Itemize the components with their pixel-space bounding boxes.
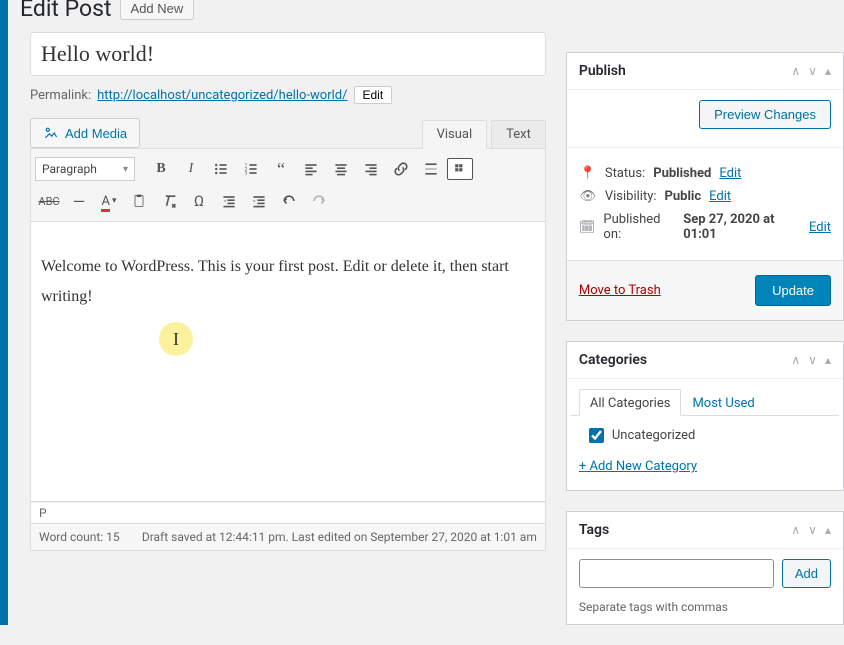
move-down-icon[interactable]: ∨: [808, 353, 817, 367]
readmore-button[interactable]: [417, 155, 445, 183]
svg-text:3: 3: [245, 171, 248, 177]
redo-button[interactable]: [305, 187, 333, 215]
clear-format-button[interactable]: [155, 187, 183, 215]
move-to-trash-link[interactable]: Move to Trash: [579, 283, 661, 298]
category-checkbox-uncategorized[interactable]: [589, 428, 604, 443]
tags-input[interactable]: [579, 559, 774, 588]
toolbar-toggle-button[interactable]: [447, 158, 473, 180]
pin-icon: 📍: [579, 166, 597, 181]
edit-visibility-link[interactable]: Edit: [709, 189, 731, 204]
categories-heading: Categories: [579, 352, 647, 368]
publish-box: Publish ∧ ∨ ▴ Preview Changes 📍 Status: …: [566, 52, 844, 321]
edit-status-link[interactable]: Edit: [719, 166, 741, 181]
preview-changes-button[interactable]: Preview Changes: [699, 100, 831, 129]
eye-icon: 👁: [579, 189, 597, 204]
tab-visual[interactable]: Visual: [422, 120, 488, 149]
move-up-icon[interactable]: ∧: [791, 523, 800, 537]
align-center-button[interactable]: [327, 155, 355, 183]
align-right-button[interactable]: [357, 155, 385, 183]
category-label: Uncategorized: [612, 428, 695, 443]
tab-all-categories[interactable]: All Categories: [579, 389, 682, 416]
editor-toolbar: Paragraph B I 123 “ ABC — A▾ Ω: [30, 148, 546, 222]
number-list-button[interactable]: 123: [237, 155, 265, 183]
paste-text-button[interactable]: [125, 187, 153, 215]
collapse-icon[interactable]: ▴: [825, 523, 831, 537]
editor-content[interactable]: Welcome to WordPress. This is your first…: [30, 222, 546, 502]
bold-button[interactable]: B: [147, 155, 175, 183]
outdent-button[interactable]: [215, 187, 243, 215]
move-up-icon[interactable]: ∧: [791, 353, 800, 367]
post-title-input[interactable]: [30, 32, 546, 76]
text-cursor-icon: I: [159, 322, 193, 356]
indent-button[interactable]: [245, 187, 273, 215]
update-button[interactable]: Update: [755, 275, 831, 306]
calendar-icon: 🗓: [579, 220, 596, 235]
edit-date-link[interactable]: Edit: [809, 220, 831, 235]
collapse-icon[interactable]: ▴: [825, 64, 831, 78]
page-title: Edit Post: [20, 0, 112, 22]
add-new-category-link[interactable]: + Add New Category: [579, 459, 697, 474]
save-status: Draft saved at 12:44:11 pm. Last edited …: [142, 530, 537, 544]
word-count: Word count: 15: [39, 530, 120, 544]
move-up-icon[interactable]: ∧: [791, 64, 800, 78]
tags-box: Tags ∧ ∨ ▴ Add Separate tags with commas: [566, 511, 844, 625]
tab-text[interactable]: Text: [491, 120, 546, 148]
strikethrough-button[interactable]: ABC: [35, 187, 63, 215]
element-path-bar: p: [30, 502, 546, 524]
format-select[interactable]: Paragraph: [35, 157, 135, 181]
blockquote-button[interactable]: “: [267, 155, 295, 183]
permalink-label: Permalink:: [30, 88, 91, 103]
italic-button[interactable]: I: [177, 155, 205, 183]
tags-help: Separate tags with commas: [579, 600, 831, 614]
media-icon: [43, 125, 59, 141]
tab-most-used[interactable]: Most Used: [681, 389, 765, 415]
special-char-button[interactable]: Ω: [185, 187, 213, 215]
edit-permalink-button[interactable]: Edit: [354, 86, 393, 104]
collapse-icon[interactable]: ▴: [825, 353, 831, 367]
move-down-icon[interactable]: ∨: [808, 523, 817, 537]
publish-heading: Publish: [579, 63, 626, 79]
categories-box: Categories ∧ ∨ ▴ All Categories Most Use…: [566, 341, 844, 491]
hr-button[interactable]: —: [65, 187, 93, 215]
link-button[interactable]: [387, 155, 415, 183]
tags-heading: Tags: [579, 522, 609, 538]
add-media-button[interactable]: Add Media: [30, 118, 140, 148]
add-tag-button[interactable]: Add: [782, 559, 831, 588]
undo-button[interactable]: [275, 187, 303, 215]
move-down-icon[interactable]: ∨: [808, 64, 817, 78]
add-new-button[interactable]: Add New: [120, 0, 195, 20]
permalink-url[interactable]: http://localhost/uncategorized/hello-wor…: [97, 88, 347, 103]
bullet-list-button[interactable]: [207, 155, 235, 183]
text-color-button[interactable]: A▾: [95, 187, 123, 215]
align-left-button[interactable]: [297, 155, 325, 183]
